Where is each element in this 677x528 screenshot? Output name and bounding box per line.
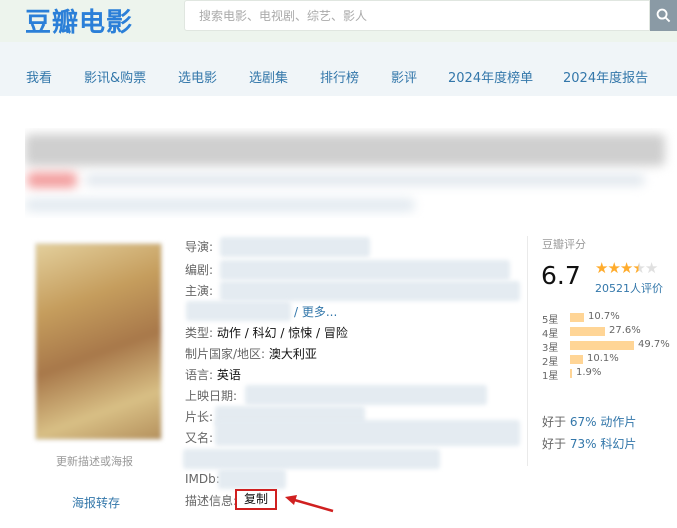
- red-arrow-annotation: [285, 495, 334, 513]
- country-value: 澳大利亚: [268, 347, 317, 361]
- search-input[interactable]: [185, 1, 653, 30]
- nav-item-annual-list[interactable]: 2024年度榜单: [448, 67, 533, 86]
- star-full-icon: ★: [607, 259, 620, 277]
- better-than-scifi: 好于 73% 科幻片: [542, 435, 636, 452]
- search-button[interactable]: [650, 0, 677, 31]
- cast-row: 主演:: [185, 282, 213, 299]
- director-row: 导演:: [185, 238, 213, 255]
- rating-title: 豆瓣评分: [542, 238, 586, 251]
- douban-movie-logo[interactable]: 豆瓣电影: [25, 2, 133, 39]
- director-label: 导演:: [185, 240, 214, 254]
- nav-item-tickets[interactable]: 影讯&购票: [84, 67, 146, 86]
- nav-item-wokan[interactable]: 我看: [26, 67, 52, 86]
- more-cast-link[interactable]: / 更多...: [294, 303, 337, 320]
- release-blurred: [245, 385, 487, 405]
- rating-bar-percent: 49.7%: [638, 339, 670, 350]
- nav-item-explore-tv[interactable]: 选剧集: [249, 67, 288, 86]
- save-poster-link[interactable]: 海报转存: [72, 494, 120, 511]
- rating-bar-2: 2星 10.1%: [542, 353, 619, 368]
- genre-row: 类型: 动作 / 科幻 / 惊悚 / 冒险: [185, 324, 348, 341]
- star-full-icon: ★: [619, 259, 633, 277]
- star-full-icon: ★: [595, 259, 608, 277]
- rating-bar-fill: [570, 369, 572, 378]
- aka-label: 又名:: [185, 431, 214, 445]
- rating-bar-percent: 10.7%: [588, 311, 620, 322]
- language-value: 英语: [216, 368, 241, 382]
- title-blur-line: [85, 174, 645, 186]
- imdb-label: IMDb:: [185, 472, 220, 486]
- rating-votes-link[interactable]: 20521人评价: [595, 280, 663, 296]
- writer-blurred: [220, 260, 510, 280]
- better-than-genre-link[interactable]: 动作片: [600, 415, 636, 429]
- star-empty-icon: ★: [644, 259, 658, 277]
- nav-item-charts[interactable]: 排行榜: [320, 67, 359, 86]
- better-than-prefix: 好于: [542, 415, 567, 429]
- better-than-percent[interactable]: 67%: [570, 415, 597, 429]
- genre-label: 类型:: [185, 326, 214, 340]
- country-label: 制片国家/地区:: [185, 347, 266, 361]
- aka-row: 又名:: [185, 429, 213, 446]
- copy-button[interactable]: 复制: [235, 489, 277, 510]
- description-label: 描述信息:: [185, 494, 238, 508]
- movie-poster[interactable]: [35, 243, 162, 440]
- country-row: 制片国家/地区: 澳大利亚: [185, 345, 317, 362]
- update-poster-link[interactable]: 更新描述或海报: [56, 453, 133, 469]
- rating-score: 6.7: [541, 261, 581, 290]
- aka-blurred: [215, 420, 520, 446]
- rating-bar-percent: 10.1%: [587, 353, 619, 364]
- title-blur-bar: [25, 134, 665, 166]
- search-box: [184, 0, 653, 31]
- rating-bar-3: 3星 49.7%: [542, 339, 670, 354]
- column-divider: [527, 236, 528, 466]
- description-row: 描述信息:: [185, 492, 237, 509]
- better-than-genre-link[interactable]: 科幻片: [600, 437, 636, 451]
- writer-label: 编剧:: [185, 263, 214, 277]
- movie-title-blurred: [25, 128, 675, 218]
- language-label: 语言:: [185, 368, 214, 382]
- imdb-row: IMDb:: [185, 472, 220, 486]
- aka-blurred-2: [183, 449, 440, 469]
- rating-bar-fill: [570, 313, 584, 322]
- rating-bar-percent: 27.6%: [609, 325, 641, 336]
- title-blur-tag: [27, 172, 77, 188]
- writer-row: 编剧:: [185, 261, 213, 278]
- rating-bar-fill: [570, 341, 634, 350]
- rating-bar-4: 4星 27.6%: [542, 325, 641, 340]
- genre-value: 动作 / 科幻 / 惊悚 / 冒险: [216, 326, 348, 340]
- rating-bar-fill: [570, 327, 605, 336]
- rating-stars: ★★★★★: [595, 259, 658, 277]
- release-label: 上映日期:: [185, 389, 238, 403]
- better-than-percent[interactable]: 73%: [570, 437, 597, 451]
- nav-item-explore-movies[interactable]: 选电影: [178, 67, 217, 86]
- nav-item-reviews[interactable]: 影评: [391, 67, 417, 86]
- nav-item-annual-report[interactable]: 2024年度报告: [563, 67, 648, 86]
- title-blur-line-2: [25, 198, 415, 212]
- runtime-row: 片长:: [185, 408, 213, 425]
- rating-bar-fill: [570, 355, 583, 364]
- top-bar: 豆瓣电影: [0, 0, 677, 42]
- rating-bar-percent: 1.9%: [576, 367, 602, 378]
- rating-bar-1: 1星 1.9%: [542, 367, 601, 382]
- runtime-label: 片长:: [185, 410, 214, 424]
- director-blurred: [220, 237, 370, 257]
- better-than-prefix: 好于: [542, 437, 567, 451]
- better-than-action: 好于 67% 动作片: [542, 413, 636, 430]
- rating-bar-label: 1星: [542, 371, 559, 382]
- cast-blurred: [220, 281, 520, 301]
- cast-blurred-2: [186, 301, 291, 321]
- star-half-icon: ★: [632, 259, 645, 277]
- language-row: 语言: 英语: [185, 366, 241, 383]
- release-row: 上映日期:: [185, 387, 237, 404]
- imdb-blurred: [218, 469, 286, 489]
- search-icon: [656, 8, 671, 23]
- rating-bar-5: 5星 10.7%: [542, 311, 620, 326]
- nav-bar: 我看 影讯&购票 选电影 选剧集 排行榜 影评 2024年度榜单 2024年度报…: [0, 42, 677, 96]
- cast-label: 主演:: [185, 284, 214, 298]
